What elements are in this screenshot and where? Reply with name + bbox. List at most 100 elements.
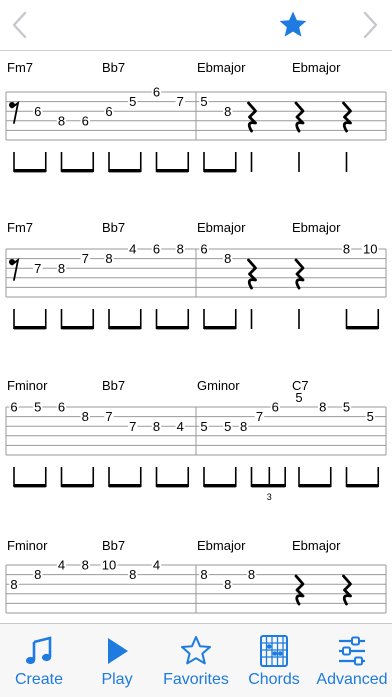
fret-number: 7 [177,94,184,109]
rhythm-beam [204,169,236,173]
chord-name: Fm7 [7,60,33,75]
chord-name: Gminor [197,378,240,393]
chord-name: Ebmajor [197,60,246,75]
star-filled-icon [279,11,307,37]
fret-number: 5 [295,390,302,405]
fret-number: 8 [319,400,326,415]
chord-name: Bb7 [102,220,125,235]
chevron-left-icon [12,11,27,39]
fret-number: 8 [177,242,184,257]
chord-chart-icon [260,635,288,667]
chord-name: Ebmajor [197,538,246,553]
rhythm-beam [61,484,94,488]
fret-number: 5 [367,409,374,424]
quarter-rest-symbol [247,258,257,290]
fret-number: 5 [129,94,136,109]
rhythm-beam [14,326,46,330]
chord-name: Fm7 [7,220,33,235]
eighth-rest-symbol [11,257,20,281]
fret-number: 10 [102,558,116,573]
chord-name: Ebmajor [292,538,341,553]
chord-name: Bb7 [102,538,125,553]
tab-advanced-label: Advanced [316,671,388,688]
chord-name: Bb7 [102,378,125,393]
tablature-score[interactable]: Fm7 Bb7 Ebmajor Ebmajor68 66567 58Fm7 Bb7 Ebmaj… [0,51,392,623]
fret-number: 8 [105,251,112,266]
fret-number: 6 [200,242,207,257]
bottom-tab-bar: Create Play Favorites Chords Advanced [0,623,392,697]
fret-number: 8 [82,558,89,573]
fret-number: 4 [153,558,160,573]
star-outline-icon [181,636,211,665]
fret-number: 8 [10,577,17,592]
tab-create-label: Create [14,671,64,688]
rhythm-beam [156,169,189,173]
chord-name: Ebmajor [292,220,341,235]
tab-play[interactable]: Play [78,624,156,697]
rhythm-beam [156,484,189,488]
tab-favorites[interactable]: Favorites [157,624,235,697]
fret-number: 8 [200,567,207,582]
rhythm-beam [204,326,236,330]
chevron-right-icon [363,11,378,39]
chord-name: Ebmajor [197,220,246,235]
back-button[interactable] [2,6,38,44]
tab-favorites-label: Favorites [163,671,229,688]
chord-name: Fminor [7,538,48,553]
fret-number: 7 [105,409,112,424]
rhythm-beam [251,484,286,488]
rhythm-beam [156,326,189,330]
fret-number: 6 [153,85,160,100]
fret-number: 5 [200,94,207,109]
rhythm-beam [299,484,331,488]
chord-name: Fminor [7,378,48,393]
quarter-rest-symbol [342,574,352,606]
fret-number: 6 [10,400,17,415]
rhythm-beam [109,326,141,330]
fret-number: 8 [224,577,231,592]
favorite-button[interactable] [275,6,311,44]
fret-number: 8 [240,419,247,434]
quarter-rest-symbol [294,574,305,606]
fret-number: 6 [58,400,65,415]
tab-play-label: Play [101,671,133,688]
fret-number: 7 [34,261,41,276]
fret-number: 7 [256,409,263,424]
fret-number: 8 [343,242,350,257]
fret-number: 6 [272,400,279,415]
rhythm-beam [14,484,46,488]
fret-number: 4 [58,558,65,573]
music-note-icon [25,636,52,665]
tab-chords-label: Chords [248,671,300,688]
rhythm-beam [346,484,379,488]
quarter-rest-symbol [294,101,305,133]
fret-number: 8 [58,261,65,276]
fret-number: 4 [177,419,184,434]
fret-number: 8 [153,419,160,434]
fret-number: 6 [153,242,160,257]
play-icon [108,638,128,664]
quarter-rest-symbol [342,101,352,133]
quarter-rest-symbol [247,101,257,133]
fret-number: 5 [224,419,231,434]
fret-number: 8 [82,409,89,424]
quarter-rest-symbol [294,258,305,290]
fret-number: 8 [224,251,231,266]
rhythm-beam [109,169,141,173]
fret-number: 8 [34,567,41,582]
tab-advanced[interactable]: Advanced [313,624,391,697]
tab-create[interactable]: Create [0,624,78,697]
rhythm-beam [61,169,94,173]
tab-chords[interactable]: Chords [235,624,313,697]
rhythm-beam [61,326,94,330]
fret-number: 7 [82,251,89,266]
fret-number: 6 [105,104,112,119]
sliders-icon [339,636,365,666]
fret-number: 7 [129,419,136,434]
fret-number: 6 [34,104,41,119]
chord-name: Bb7 [102,60,125,75]
fret-number: 10 [363,242,377,257]
eighth-rest-symbol [11,100,20,124]
triplet-label: 3 [267,492,272,502]
forward-button[interactable] [352,6,388,44]
